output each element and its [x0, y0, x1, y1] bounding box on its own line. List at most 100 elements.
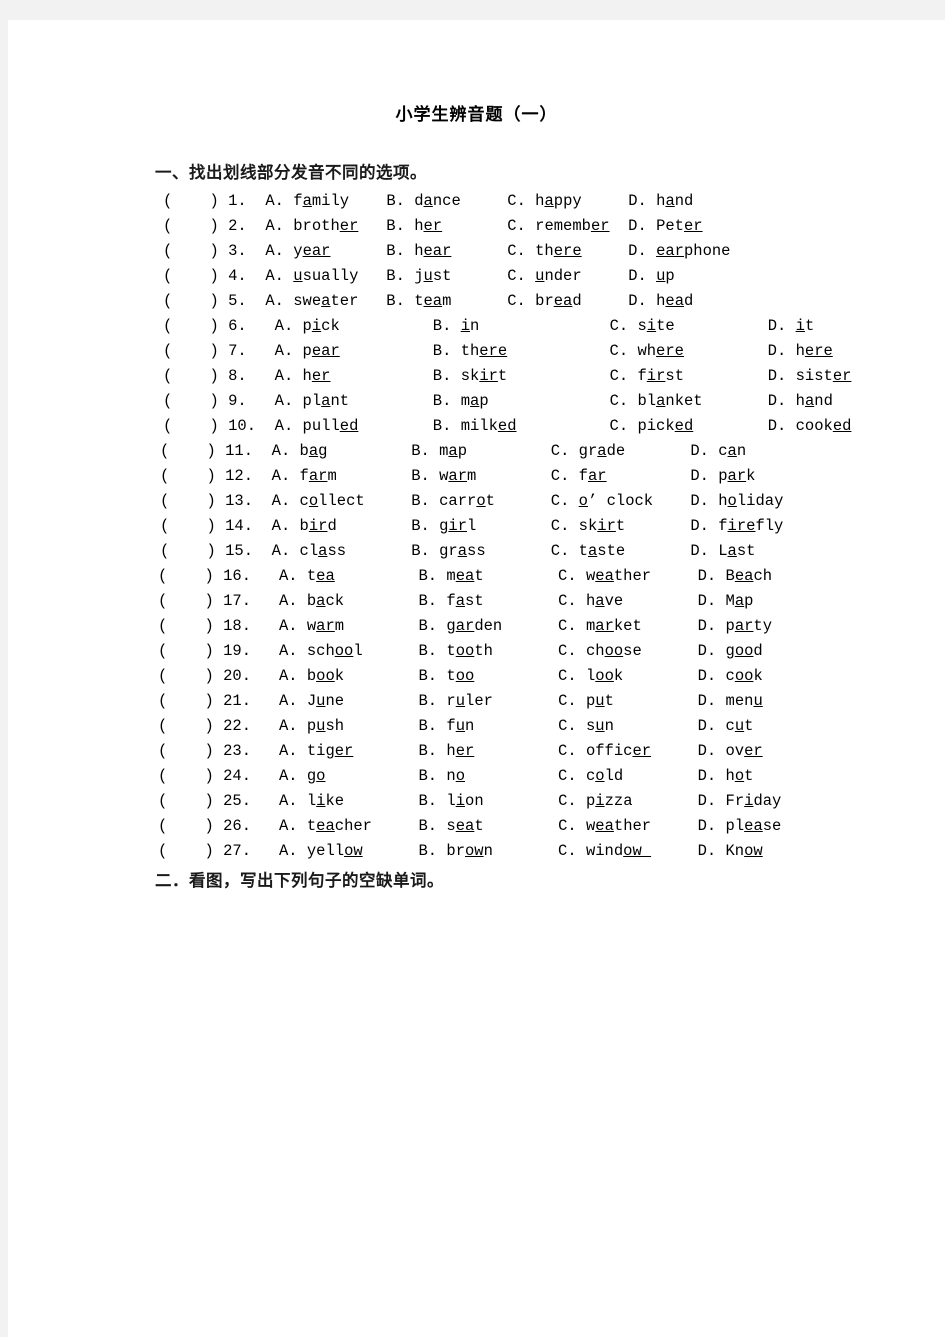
answer-option[interactable]: C. site [610, 317, 675, 335]
answer-option[interactable]: A. farm [272, 467, 337, 485]
answer-option[interactable]: A. bag [272, 442, 328, 460]
answer-blank[interactable]: ( ) [158, 592, 223, 610]
answer-blank[interactable]: ( ) [163, 292, 228, 310]
answer-option[interactable]: A. go [279, 767, 326, 785]
answer-option[interactable]: D. Beach [698, 567, 772, 585]
answer-option[interactable]: D. Know [698, 842, 763, 860]
answer-option[interactable]: C. o’ clock [551, 492, 653, 510]
answer-option[interactable]: C. there [507, 242, 581, 260]
answer-blank[interactable]: ( ) [158, 767, 223, 785]
answer-option[interactable]: A. school [279, 642, 363, 660]
answer-option[interactable]: A. plant [275, 392, 349, 410]
answer-blank[interactable]: ( ) [163, 417, 228, 435]
answer-option[interactable]: A. bird [272, 517, 337, 535]
answer-blank[interactable]: ( ) [163, 192, 228, 210]
answer-option[interactable]: B. warm [411, 467, 476, 485]
answer-option[interactable]: A. usually [265, 267, 358, 285]
answer-blank[interactable]: ( ) [160, 542, 225, 560]
answer-blank[interactable]: ( ) [158, 717, 223, 735]
answer-blank[interactable]: ( ) [158, 667, 223, 685]
answer-option[interactable]: B. just [386, 267, 451, 285]
answer-blank[interactable]: ( ) [163, 392, 228, 410]
answer-option[interactable]: D. Map [698, 592, 754, 610]
answer-option[interactable]: D. head [628, 292, 693, 310]
answer-blank[interactable]: ( ) [160, 467, 225, 485]
answer-option[interactable]: B. map [433, 392, 489, 410]
answer-option[interactable]: A. book [279, 667, 344, 685]
answer-option[interactable]: C. picked [610, 417, 694, 435]
answer-option[interactable]: C. window [558, 842, 651, 860]
answer-option[interactable]: D. menu [698, 692, 763, 710]
answer-option[interactable]: D. cut [698, 717, 754, 735]
answer-option[interactable]: A. warm [279, 617, 344, 635]
answer-option[interactable]: B. garden [419, 617, 503, 635]
answer-option[interactable]: C. weather [558, 817, 651, 835]
answer-option[interactable]: C. put [558, 692, 614, 710]
answer-option[interactable]: D. firefly [690, 517, 783, 535]
answer-option[interactable]: A. back [279, 592, 344, 610]
answer-option[interactable]: B. carrot [411, 492, 495, 510]
answer-option[interactable]: B. there [433, 342, 507, 360]
answer-option[interactable]: C. grade [551, 442, 625, 460]
answer-blank[interactable]: ( ) [158, 792, 223, 810]
answer-option[interactable]: C. pizza [558, 792, 632, 810]
answer-option[interactable]: C. under [507, 267, 581, 285]
answer-option[interactable]: A. teacher [279, 817, 372, 835]
answer-option[interactable]: A. push [279, 717, 344, 735]
answer-option[interactable]: C. have [558, 592, 623, 610]
answer-option[interactable]: D. sister [768, 367, 852, 385]
answer-option[interactable]: D. hot [698, 767, 754, 785]
answer-option[interactable]: D. cook [698, 667, 763, 685]
answer-option[interactable]: C. blanket [610, 392, 703, 410]
answer-option[interactable]: B. in [433, 317, 480, 335]
answer-option[interactable]: C. taste [551, 542, 625, 560]
answer-option[interactable]: B. meat [418, 567, 483, 585]
answer-option[interactable]: D. it [768, 317, 815, 335]
answer-option[interactable]: B. too [419, 667, 475, 685]
answer-option[interactable]: C. first [610, 367, 684, 385]
answer-option[interactable]: C. far [551, 467, 607, 485]
answer-option[interactable]: B. no [418, 767, 465, 785]
answer-option[interactable]: A. pear [275, 342, 340, 360]
answer-option[interactable]: C. look [558, 667, 623, 685]
answer-option[interactable]: B. tooth [418, 642, 492, 660]
answer-option[interactable]: D. can [690, 442, 746, 460]
answer-option[interactable]: C. choose [558, 642, 642, 660]
answer-blank[interactable]: ( ) [163, 242, 228, 260]
answer-option[interactable]: B. girl [411, 517, 476, 535]
answer-blank[interactable]: ( ) [163, 367, 228, 385]
answer-option[interactable]: C. happy [507, 192, 581, 210]
answer-option[interactable]: A. yellow [279, 842, 363, 860]
answer-blank[interactable]: ( ) [160, 442, 225, 460]
answer-option[interactable]: D. cooked [768, 417, 852, 435]
answer-blank[interactable]: ( ) [160, 517, 225, 535]
answer-option[interactable]: C. sun [558, 717, 614, 735]
answer-blank[interactable]: ( ) [158, 842, 223, 860]
answer-option[interactable]: B. map [411, 442, 467, 460]
answer-option[interactable]: A. pick [275, 317, 340, 335]
answer-blank[interactable]: ( ) [158, 817, 223, 835]
answer-option[interactable]: C. where [610, 342, 684, 360]
answer-option[interactable]: D. holiday [690, 492, 783, 510]
answer-option[interactable]: D. party [698, 617, 772, 635]
answer-option[interactable]: C. skirt [551, 517, 625, 535]
answer-option[interactable]: A. family [265, 192, 349, 210]
answer-option[interactable]: B. brown [418, 842, 492, 860]
answer-option[interactable]: D. good [698, 642, 763, 660]
answer-option[interactable]: A. her [275, 367, 331, 385]
answer-blank[interactable]: ( ) [163, 217, 228, 235]
answer-option[interactable]: A. year [265, 242, 330, 260]
answer-option[interactable]: A. June [279, 692, 344, 710]
answer-option[interactable]: B. fast [419, 592, 484, 610]
answer-option[interactable]: A. sweater [265, 292, 358, 310]
answer-option[interactable]: C. bread [507, 292, 581, 310]
answer-option[interactable]: B. fun [419, 717, 475, 735]
answer-option[interactable]: A. collect [272, 492, 365, 510]
answer-option[interactable]: A. brother [265, 217, 358, 235]
answer-option[interactable]: C. market [558, 617, 642, 635]
answer-option[interactable]: D. Friday [698, 792, 782, 810]
answer-option[interactable]: A. pulled [275, 417, 359, 435]
answer-option[interactable]: B. her [386, 217, 442, 235]
answer-option[interactable]: A. class [272, 542, 346, 560]
answer-option[interactable]: A. tiger [279, 742, 353, 760]
